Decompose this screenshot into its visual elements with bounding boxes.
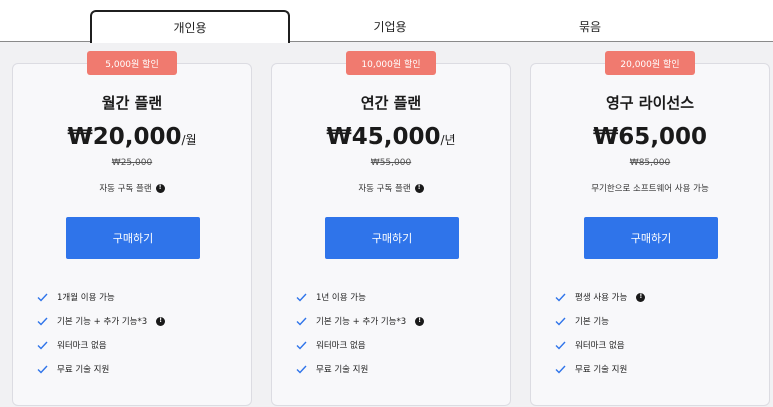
feature-text: 워터마크 없음 xyxy=(316,341,366,351)
plan-price: ₩45,000 xyxy=(326,124,441,150)
feature-text: 무료 기술 지원 xyxy=(316,365,369,375)
feature-item: 1년 이용 가능 xyxy=(296,285,496,309)
feature-item: 무료 기술 지원 xyxy=(37,357,237,381)
plan-title: 연간 플랜 xyxy=(360,94,422,112)
plan-description: 자동 구독 플랜 ! xyxy=(272,182,510,194)
check-icon xyxy=(555,293,566,302)
discount-badge: 10,000원 할인 xyxy=(346,51,436,75)
feature-text: 1년 이용 가능 xyxy=(316,293,366,303)
feature-text: 기본 기능 xyxy=(575,317,609,327)
feature-list: 1개월 이용 가능 기본 기능 + 추가 기능*3 ! 워터마크 없음 무료 기… xyxy=(37,285,237,381)
feature-item: 기본 기능 + 추가 기능*3 ! xyxy=(37,309,237,333)
plan-card-yearly: 연간 플랜 ₩45,000/년 ₩55,000 자동 구독 플랜 ! 구매하기 … xyxy=(271,63,511,406)
plan-period: /월 xyxy=(181,133,197,147)
feature-item: 무료 기술 지원 xyxy=(296,357,496,381)
feature-item: 워터마크 없음 xyxy=(37,333,237,357)
plan-type-tabbar: 개인용 기업용 묶음 xyxy=(0,0,773,43)
check-icon xyxy=(37,317,48,326)
original-price: ₩55,000 xyxy=(370,158,412,168)
check-icon xyxy=(555,365,566,374)
feature-item: 워터마크 없음 xyxy=(296,333,496,357)
plan-description-text: 무기한으로 소프트웨어 사용 가능 xyxy=(591,184,709,194)
feature-text: 1개월 이용 가능 xyxy=(57,293,115,303)
plan-description: 무기한으로 소프트웨어 사용 가능 xyxy=(531,182,769,194)
discount-badge: 20,000원 할인 xyxy=(605,51,695,75)
feature-item: 무료 기술 지원 xyxy=(555,357,755,381)
tab-personal[interactable]: 개인용 xyxy=(90,10,290,43)
feature-item: 평생 사용 가능 ! xyxy=(555,285,755,309)
feature-text: 평생 사용 가능 xyxy=(575,293,628,303)
plan-period: /년 xyxy=(440,133,456,147)
check-icon xyxy=(37,341,48,350)
check-icon xyxy=(296,317,307,326)
price-row: ₩20,000/월 xyxy=(13,124,251,150)
feature-list: 1년 이용 가능 기본 기능 + 추가 기능*3 ! 워터마크 없음 무료 기술… xyxy=(296,285,496,381)
check-icon xyxy=(296,365,307,374)
feature-text: 무료 기술 지원 xyxy=(57,365,110,375)
info-icon[interactable]: ! xyxy=(414,183,424,193)
feature-text: 기본 기능 + 추가 기능*3 xyxy=(316,317,407,327)
plan-card-lifetime: 영구 라이선스 ₩65,000 ₩85,000 무기한으로 소프트웨어 사용 가… xyxy=(530,63,770,406)
plan-description-text: 자동 구독 플랜 xyxy=(99,184,152,194)
price-row: ₩45,000/년 xyxy=(272,124,510,150)
plan-title: 영구 라이선스 xyxy=(605,94,695,112)
plan-price: ₩20,000 xyxy=(67,124,182,150)
info-icon[interactable]: ! xyxy=(155,183,165,193)
original-price: ₩25,000 xyxy=(111,158,153,168)
check-icon xyxy=(296,341,307,350)
buy-button[interactable]: 구매하기 xyxy=(584,217,718,259)
buy-button[interactable]: 구매하기 xyxy=(325,217,459,259)
plan-title: 월간 플랜 xyxy=(101,94,163,112)
check-icon xyxy=(37,293,48,302)
price-row: ₩65,000 xyxy=(531,124,769,150)
info-icon[interactable]: ! xyxy=(415,316,425,326)
check-icon xyxy=(296,293,307,302)
discount-badge: 5,000원 할인 xyxy=(87,51,177,75)
plan-description-text: 자동 구독 플랜 xyxy=(358,184,411,194)
check-icon xyxy=(555,341,566,350)
plan-card-monthly: 월간 플랜 ₩20,000/월 ₩25,000 자동 구독 플랜 ! 구매하기 … xyxy=(12,63,252,406)
plan-description: 자동 구독 플랜 ! xyxy=(13,182,251,194)
info-icon[interactable]: ! xyxy=(636,292,646,302)
feature-text: 기본 기능 + 추가 기능*3 xyxy=(57,317,148,327)
check-icon xyxy=(555,317,566,326)
buy-button[interactable]: 구매하기 xyxy=(66,217,200,259)
feature-text: 워터마크 없음 xyxy=(57,341,107,351)
feature-item: 워터마크 없음 xyxy=(555,333,755,357)
feature-text: 워터마크 없음 xyxy=(575,341,625,351)
feature-item: 기본 기능 + 추가 기능*3 ! xyxy=(296,309,496,333)
feature-text: 무료 기술 지원 xyxy=(575,365,628,375)
feature-item: 1개월 이용 가능 xyxy=(37,285,237,309)
check-icon xyxy=(37,365,48,374)
tab-business[interactable]: 기업용 xyxy=(290,10,490,42)
feature-item: 기본 기능 xyxy=(555,309,755,333)
tab-bundle[interactable]: 묶음 xyxy=(490,10,690,42)
plan-price: ₩65,000 xyxy=(592,124,708,150)
feature-list: 평생 사용 가능 ! 기본 기능 워터마크 없음 무료 기술 지원 xyxy=(555,285,755,381)
original-price: ₩85,000 xyxy=(629,158,671,168)
info-icon[interactable]: ! xyxy=(156,316,166,326)
